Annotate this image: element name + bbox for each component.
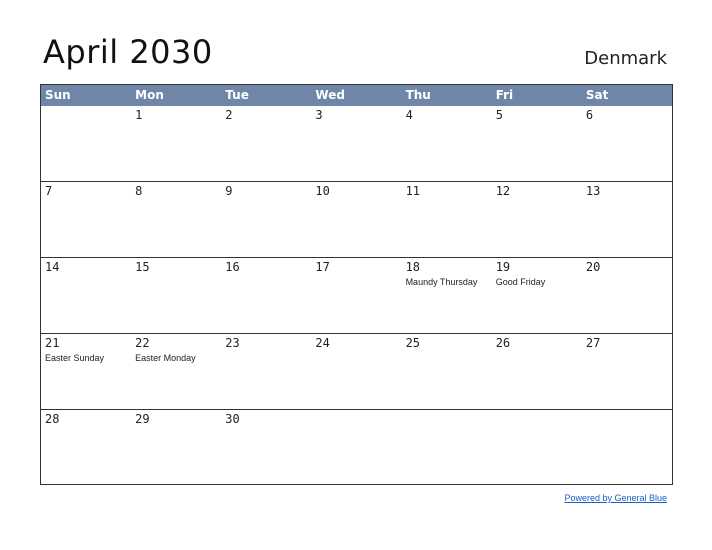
day-number: 6 xyxy=(585,108,594,122)
day-cell: 6 xyxy=(582,106,672,181)
weekday-thu: Thu xyxy=(405,88,431,102)
weekday-wed: Wed xyxy=(315,88,345,102)
powered-by-link[interactable]: Powered by General Blue xyxy=(564,493,667,503)
page-title: April 2030 xyxy=(43,33,213,71)
day-number: 14 xyxy=(45,260,60,274)
day-cell: 26 xyxy=(492,334,582,409)
calendar-grid: Sun Mon Tue Wed Thu Fri Sat 1 2 3 4 5 6 … xyxy=(40,84,673,485)
weekday-fri: Fri xyxy=(495,88,514,102)
holiday-label: Maundy Thursday xyxy=(405,277,478,287)
day-cell: 7 xyxy=(41,182,131,257)
day-cell: 2 xyxy=(221,106,311,181)
day-number: 28 xyxy=(45,412,60,426)
day-number: 8 xyxy=(135,184,143,198)
day-cell: 5 xyxy=(492,106,582,181)
day-cell xyxy=(402,410,492,487)
holiday-label: Easter Monday xyxy=(135,353,196,363)
day-number: 21 xyxy=(45,336,60,350)
day-cell: 29 xyxy=(131,410,221,487)
week-row-4: 21 Easter Sunday 22 Easter Monday 23 24 … xyxy=(41,334,672,410)
day-cell: 17 xyxy=(311,258,401,333)
day-cell: 3 xyxy=(311,106,401,181)
day-cell: 4 xyxy=(402,106,492,181)
day-cell: 16 xyxy=(221,258,311,333)
day-number: 2 xyxy=(225,108,233,122)
holiday-label: Good Friday xyxy=(495,277,546,287)
day-number: 4 xyxy=(405,108,413,122)
day-cell: 1 xyxy=(131,106,221,181)
day-cell: 30 xyxy=(221,410,311,487)
day-number: 7 xyxy=(45,184,53,198)
week-row-3: 14 15 16 17 18 Maundy Thursday 19 Good F… xyxy=(41,258,672,334)
day-cell: 27 xyxy=(582,334,672,409)
country-label: Denmark xyxy=(584,48,667,69)
day-cell: 13 xyxy=(582,182,672,257)
day-number: 24 xyxy=(315,336,330,350)
day-cell: 24 xyxy=(311,334,401,409)
week-row-2: 7 8 9 10 11 12 13 xyxy=(41,182,672,258)
day-number: 9 xyxy=(225,184,233,198)
day-cell xyxy=(41,106,131,181)
holiday-label: Easter Sunday xyxy=(45,353,105,363)
day-number: 16 xyxy=(225,260,240,274)
day-number: 3 xyxy=(315,108,323,122)
day-number: 29 xyxy=(135,412,150,426)
day-number: 12 xyxy=(495,184,511,198)
day-cell: 28 xyxy=(41,410,131,487)
weekday-tue: Tue xyxy=(225,88,249,102)
day-number: 27 xyxy=(585,336,601,350)
day-cell: 14 xyxy=(41,258,131,333)
weekday-sat: Sat xyxy=(585,88,609,102)
day-cell: 22 Easter Monday xyxy=(131,334,221,409)
day-number: 19 xyxy=(495,260,511,274)
day-cell xyxy=(492,410,582,487)
day-cell: 21 Easter Sunday xyxy=(41,334,131,409)
day-cell: 9 xyxy=(221,182,311,257)
day-number: 30 xyxy=(225,412,240,426)
day-number: 13 xyxy=(585,184,601,198)
week-row-5: 28 29 30 xyxy=(41,410,672,487)
day-cell: 25 xyxy=(402,334,492,409)
day-cell: 18 Maundy Thursday xyxy=(402,258,492,333)
weekday-mon: Mon xyxy=(135,88,164,102)
day-cell: 11 xyxy=(402,182,492,257)
day-number: 17 xyxy=(315,260,330,274)
day-number: 20 xyxy=(585,260,601,274)
day-cell: 19 Good Friday xyxy=(492,258,582,333)
day-cell xyxy=(582,410,672,487)
day-number: 5 xyxy=(495,108,503,122)
day-cell: 23 xyxy=(221,334,311,409)
day-cell: 12 xyxy=(492,182,582,257)
day-number: 15 xyxy=(135,260,150,274)
day-number: 22 xyxy=(135,336,150,350)
day-number: 11 xyxy=(405,184,421,198)
weekday-header-row: Sun Mon Tue Wed Thu Fri Sat xyxy=(41,85,672,106)
day-number: 18 xyxy=(405,260,421,274)
day-cell: 20 xyxy=(582,258,672,333)
day-number: 23 xyxy=(225,336,240,350)
day-cell: 8 xyxy=(131,182,221,257)
day-number: 1 xyxy=(135,108,143,122)
day-cell: 15 xyxy=(131,258,221,333)
day-number: 26 xyxy=(495,336,511,350)
week-row-1: 1 2 3 4 5 6 xyxy=(41,106,672,182)
day-cell: 10 xyxy=(311,182,401,257)
day-cell xyxy=(311,410,401,487)
day-number: 10 xyxy=(315,184,330,198)
day-number: 25 xyxy=(405,336,421,350)
weekday-sun: Sun xyxy=(45,88,71,102)
